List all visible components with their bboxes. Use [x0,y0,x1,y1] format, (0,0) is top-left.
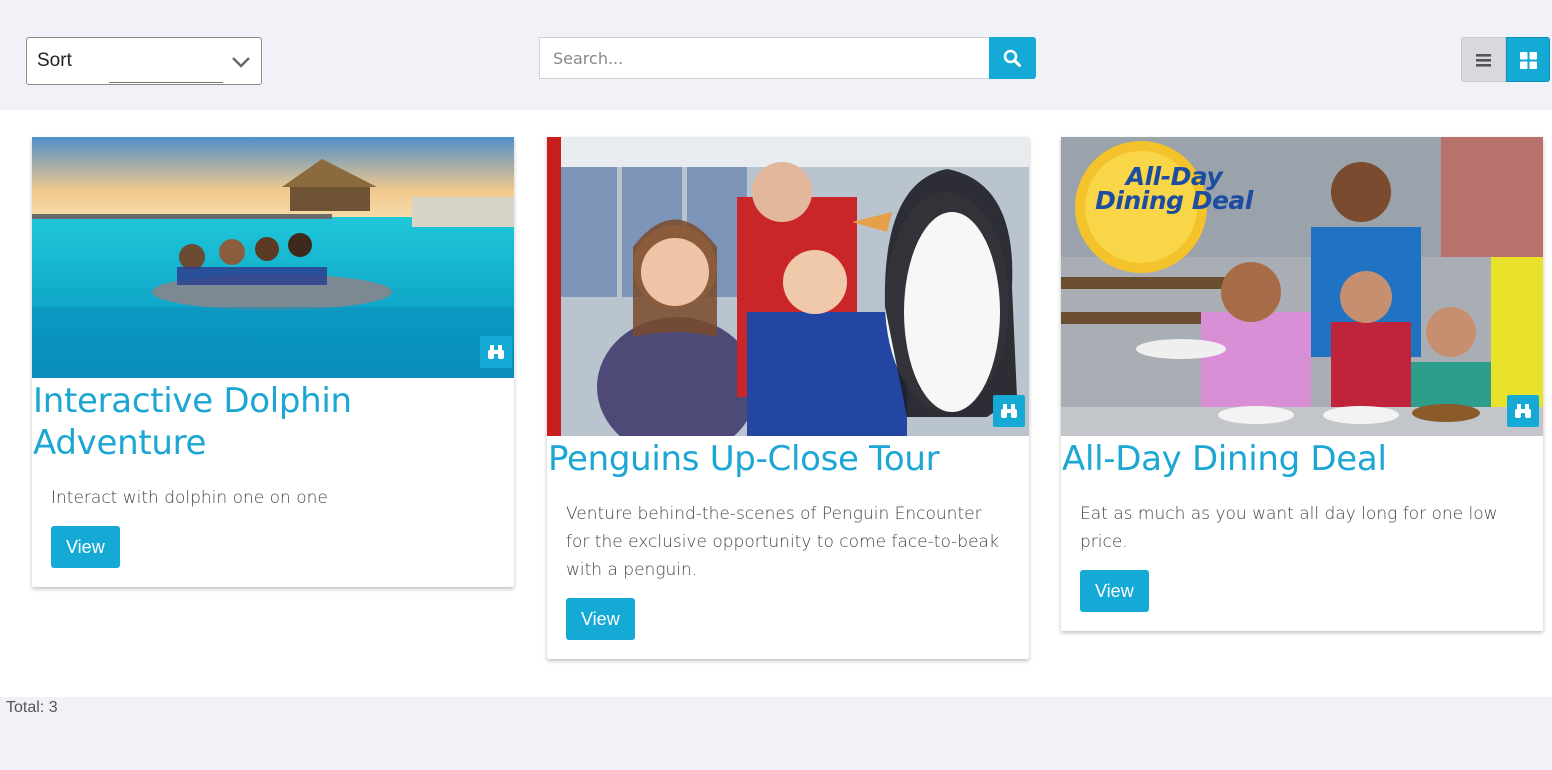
search-bar [539,37,1036,79]
chevron-down-icon [232,57,250,68]
penguin-photo [547,137,1029,436]
card-image [547,137,1029,436]
sort-underline [109,82,223,83]
card-dining: All-Day Dining Deal All-Day Dining Deal … [1061,137,1543,631]
card-description: Venture behind-the-scenes of Penguin Enc… [566,504,999,580]
dolphin-photo [32,137,514,378]
dining-deal-badge: All-Day Dining Deal [1089,162,1259,215]
card-dolphin: Interactive Dolphin Adventure Interact w… [32,137,514,587]
list-view-button[interactable] [1461,37,1506,82]
card-description: Eat as much as you want all day long for… [1080,504,1498,552]
card-title: All-Day Dining Deal [1062,439,1387,479]
search-input[interactable] [539,37,990,79]
card-description: Interact with dolphin one on one [51,488,328,508]
card-title: Interactive Dolphin Adventure [33,381,352,463]
view-button[interactable]: View [51,526,120,568]
card-grid: Interactive Dolphin Adventure Interact w… [0,110,1552,697]
card-image [32,137,514,378]
total-count: Total: 3 [6,699,58,716]
binoculars-icon [1001,404,1017,418]
card-penguins: Penguins Up-Close Tour Venture behind-th… [547,137,1029,659]
list-view-icon [1476,54,1491,67]
binoculars-icon [1515,404,1531,418]
view-button[interactable]: View [566,598,635,640]
grid-view-button[interactable] [1506,37,1550,82]
binoculars-icon [488,345,504,359]
card-title: Penguins Up-Close Tour [548,439,940,479]
sort-select[interactable]: Sort [26,37,262,85]
view-button[interactable]: View [1080,570,1149,612]
sort-label: Sort [37,50,72,71]
details-button[interactable] [1507,395,1539,427]
search-icon [1003,49,1021,67]
details-button[interactable] [993,395,1025,427]
dining-deal-badge-text: All-Day Dining Deal [1095,162,1253,215]
grid-view-icon [1520,52,1537,69]
card-image: All-Day Dining Deal [1061,137,1543,436]
toolbar: Sort [0,0,1552,110]
details-button[interactable] [480,336,512,368]
search-button[interactable] [989,37,1036,79]
view-toggle [1461,37,1550,82]
